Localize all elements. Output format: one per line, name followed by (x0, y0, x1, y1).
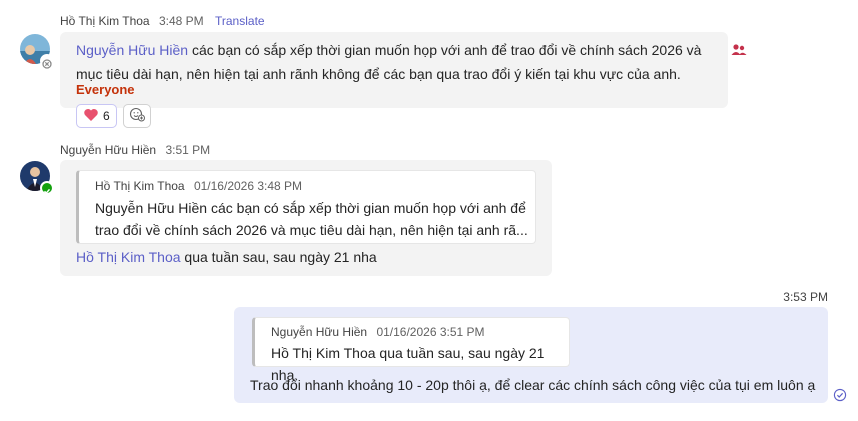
message-time: 3:48 PM (158, 14, 204, 28)
message-bubble[interactable]: Nguyễn Hữu Hiền các bạn có sắp xếp thời … (60, 32, 728, 108)
message-text: Trao đổi nhanh khoảng 10 - 20p thôi ạ, đ… (250, 377, 816, 393)
message-bubble[interactable]: Hồ Thị Kim Thoa 01/16/2026 3:48 PM Nguyễ… (60, 160, 552, 276)
quoted-message[interactable]: Nguyễn Hữu Hiền 01/16/2026 3:51 PM Hồ Th… (252, 317, 570, 383)
quote-line: trao đổi về chính sách 2026 và mục tiêu … (95, 222, 528, 238)
message-time: 3:51 PM (165, 143, 211, 157)
quote-line: Nguyễn Hữu Hiền các bạn có sắp xếp thời … (95, 200, 526, 216)
quote-author: Nguyễn Hữu Hiền (271, 325, 368, 339)
sent-message-bubble[interactable]: Nguyễn Hữu Hiền 01/16/2026 3:51 PM Hồ Th… (234, 307, 828, 403)
quote-header: Hồ Thị Kim Thoa 01/16/2026 3:48 PM (95, 179, 302, 193)
reactions-bar: 6 (76, 104, 151, 128)
offline-status-icon (40, 54, 54, 69)
add-reaction-button[interactable] (122, 104, 151, 128)
group-mention-icon (731, 43, 747, 62)
mention[interactable]: Nguyễn Hữu Hiền (76, 42, 188, 58)
translate-link[interactable]: Translate (215, 14, 265, 28)
sender-avatar[interactable] (20, 34, 54, 69)
sender-avatar[interactable] (20, 161, 54, 195)
sender-name: Hồ Thị Kim Thoa (60, 14, 150, 28)
message-text: qua tuần sau, sau ngày 21 nha (180, 249, 377, 265)
message-text: mục tiêu dài hạn, nên hiện tại anh rãnh … (76, 66, 681, 82)
heart-reaction[interactable]: 6 (76, 104, 117, 128)
message-body: Hồ Thị Kim Thoa qua tuần sau, sau ngày 2… (76, 245, 377, 269)
message-body: Nguyễn Hữu Hiền các bạn có sắp xếp thời … (76, 38, 716, 86)
message-time: 3:53 PM (783, 290, 828, 304)
heart-icon (83, 108, 99, 125)
sender-name: Nguyễn Hữu Hiền (60, 143, 157, 157)
everyone-mention[interactable]: Everyone (76, 82, 135, 97)
seen-check-icon (833, 388, 847, 407)
quote-date: 01/16/2026 3:51 PM (376, 325, 485, 339)
message-text: các bạn có sắp xếp thời gian muốn họp vớ… (188, 42, 702, 58)
quoted-message[interactable]: Hồ Thị Kim Thoa 01/16/2026 3:48 PM Nguyễ… (76, 170, 536, 244)
reaction-count: 6 (103, 109, 110, 123)
quote-text: Nguyễn Hữu Hiền các bạn có sắp xếp thời … (95, 197, 535, 241)
quote-header: Nguyễn Hữu Hiền 01/16/2026 3:51 PM (271, 325, 485, 339)
message-header: Nguyễn Hữu Hiền 3:51 PM (60, 143, 210, 157)
quote-date: 01/16/2026 3:48 PM (193, 179, 303, 193)
add-emoji-icon (129, 106, 145, 127)
message-header: Hồ Thị Kim Thoa 3:48 PM Translate (60, 14, 265, 28)
mention[interactable]: Hồ Thị Kim Thoa (76, 249, 181, 265)
available-status-icon (40, 181, 54, 195)
quote-author: Hồ Thị Kim Thoa (95, 179, 185, 193)
